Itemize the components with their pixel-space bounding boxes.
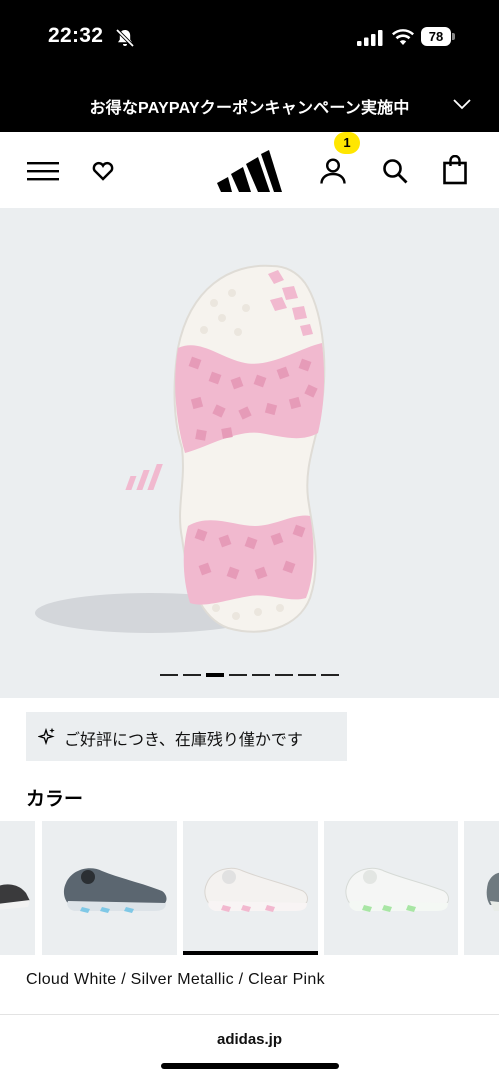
color-swatch[interactable] [42,821,177,955]
stock-notice-text: ご好評につき、在庫残り僅かです [64,730,303,749]
home-indicator[interactable] [161,1063,339,1069]
color-swatch-selected[interactable] [183,821,318,955]
browser-bottom-bar: adidas.jp [0,1014,499,1080]
wifi-icon [392,29,414,45]
status-time: 22:32 [48,24,104,47]
pagination-dash[interactable] [321,674,339,676]
stock-notice: ご好評につき、在庫残り僅かです [26,712,347,761]
pagination-dash[interactable] [252,674,270,676]
status-bar: 22:32 78 [0,0,499,76]
signal-icon [357,30,383,46]
product-page: 22:32 78 お得なPAYPAYクーポンキャンペーン実施中 1 ご好評につき… [0,0,499,1080]
account-icon[interactable] [318,157,348,185]
chevron-down-icon[interactable] [452,98,472,110]
battery-level: 78 [421,27,451,46]
color-swatch-carousel[interactable] [0,821,499,955]
pagination-dash[interactable] [275,674,293,676]
color-swatch[interactable] [464,821,499,955]
promo-text: お得なPAYPAYクーポンキャンペーン実施中 [89,100,410,117]
account-notification-badge: 1 [334,132,360,154]
pagination-dash[interactable] [229,674,247,676]
color-swatch[interactable] [324,821,458,955]
product-image-golf-shoe-sole [35,264,326,633]
pagination-dash[interactable] [160,674,178,676]
selected-color-name: Cloud White / Silver Metallic / Clear Pi… [26,971,325,988]
pagination-dash-active[interactable] [206,673,224,677]
color-swatch[interactable] [0,821,35,955]
bag-icon[interactable] [441,155,469,185]
color-heading: カラー [26,788,84,810]
battery-tip [452,33,455,40]
wishlist-heart-icon[interactable] [91,160,115,182]
product-image-gallery[interactable] [0,208,499,698]
pagination-dash[interactable] [183,674,201,676]
search-icon[interactable] [381,157,409,185]
adidas-logo[interactable] [216,150,282,192]
gallery-pagination[interactable] [160,672,339,678]
site-header: 1 [0,132,499,208]
sparkle-icon [38,727,55,745]
browser-url[interactable]: adidas.jp [0,1031,499,1048]
bell-off-icon [115,28,135,48]
pagination-dash[interactable] [298,674,316,676]
menu-icon[interactable] [27,160,59,182]
battery-icon: 78 [421,27,455,46]
promo-banner[interactable]: お得なPAYPAYクーポンキャンペーン実施中 [0,76,499,132]
